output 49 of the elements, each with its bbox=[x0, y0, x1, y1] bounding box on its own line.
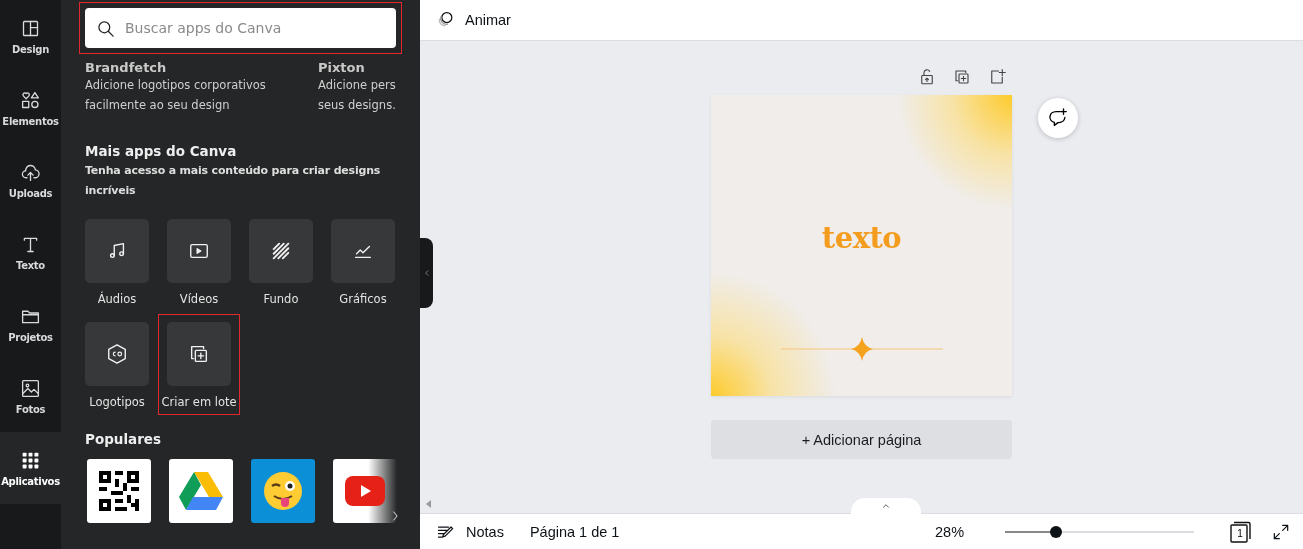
section-subtitle: Tenha acesso a mais conteúdo para criar designs incríveis bbox=[85, 163, 382, 199]
app-tile[interactable]: Fundo bbox=[240, 211, 322, 312]
stripes-icon bbox=[270, 240, 292, 262]
nav-item[interactable]: Elementos bbox=[0, 72, 61, 144]
app-tile[interactable]: Vídeos bbox=[158, 211, 240, 312]
drive-triangle-icon bbox=[179, 472, 223, 510]
nav-item[interactable]: Uploads bbox=[0, 144, 61, 216]
app-description: seus designs. bbox=[318, 97, 396, 114]
app-thumbnail[interactable] bbox=[251, 459, 315, 523]
chevron-left-icon bbox=[422, 269, 431, 277]
qr-code-icon bbox=[99, 471, 139, 511]
add-comment-button[interactable] bbox=[1038, 98, 1078, 138]
copy-plus-icon bbox=[188, 343, 210, 365]
app-thumbnail[interactable] bbox=[333, 459, 397, 523]
notes-button[interactable]: Notas bbox=[436, 521, 504, 542]
app-name: Pixton bbox=[318, 60, 366, 75]
nav-item[interactable]: Aplicativos bbox=[0, 432, 61, 504]
design-text: texto bbox=[821, 221, 902, 255]
app-tile[interactable]: Logotipos bbox=[76, 314, 158, 415]
add-page-button[interactable]: + Adicionar página bbox=[711, 420, 1012, 459]
collapse-handle[interactable] bbox=[420, 238, 433, 308]
nav-item[interactable]: Design bbox=[0, 0, 61, 72]
shapes-icon bbox=[20, 89, 41, 111]
nav-item[interactable]: Texto bbox=[0, 216, 61, 288]
search-field[interactable]: Buscar apps do Canva bbox=[85, 8, 396, 48]
zoom-percentage: 28% bbox=[935, 523, 966, 540]
app-thumbnail[interactable] bbox=[169, 459, 233, 523]
animate-button[interactable]: Animar bbox=[436, 10, 511, 30]
winking-emoji-icon bbox=[263, 471, 303, 511]
app-tile[interactable]: Áudios bbox=[76, 211, 158, 312]
nav-item[interactable]: Projetos bbox=[0, 288, 61, 360]
hexagon-logo-icon bbox=[106, 343, 128, 365]
play-logo-icon bbox=[345, 476, 385, 506]
app-tile[interactable]: Criar em lote bbox=[158, 314, 240, 415]
section-title: Mais apps do Canva bbox=[85, 143, 238, 159]
search-icon bbox=[96, 19, 116, 39]
caret-up-icon bbox=[881, 501, 891, 511]
nav-item[interactable]: Fotos bbox=[0, 360, 61, 432]
app-name: Brandfetch bbox=[85, 60, 168, 75]
page-info: Página 1 de 1 bbox=[529, 523, 620, 540]
app-description: facilmente ao seu design bbox=[85, 97, 231, 114]
app-description: Adicione logotipos corporativos bbox=[85, 77, 267, 94]
app-description: Adicione pers bbox=[318, 77, 396, 94]
app-tile[interactable]: Gráficos bbox=[322, 211, 404, 312]
comment-plus-icon bbox=[1047, 107, 1069, 129]
image-icon bbox=[20, 377, 41, 399]
duplicate-icon bbox=[952, 68, 971, 86]
section-title: Populares bbox=[85, 431, 163, 447]
app-thumbnail[interactable] bbox=[87, 459, 151, 523]
